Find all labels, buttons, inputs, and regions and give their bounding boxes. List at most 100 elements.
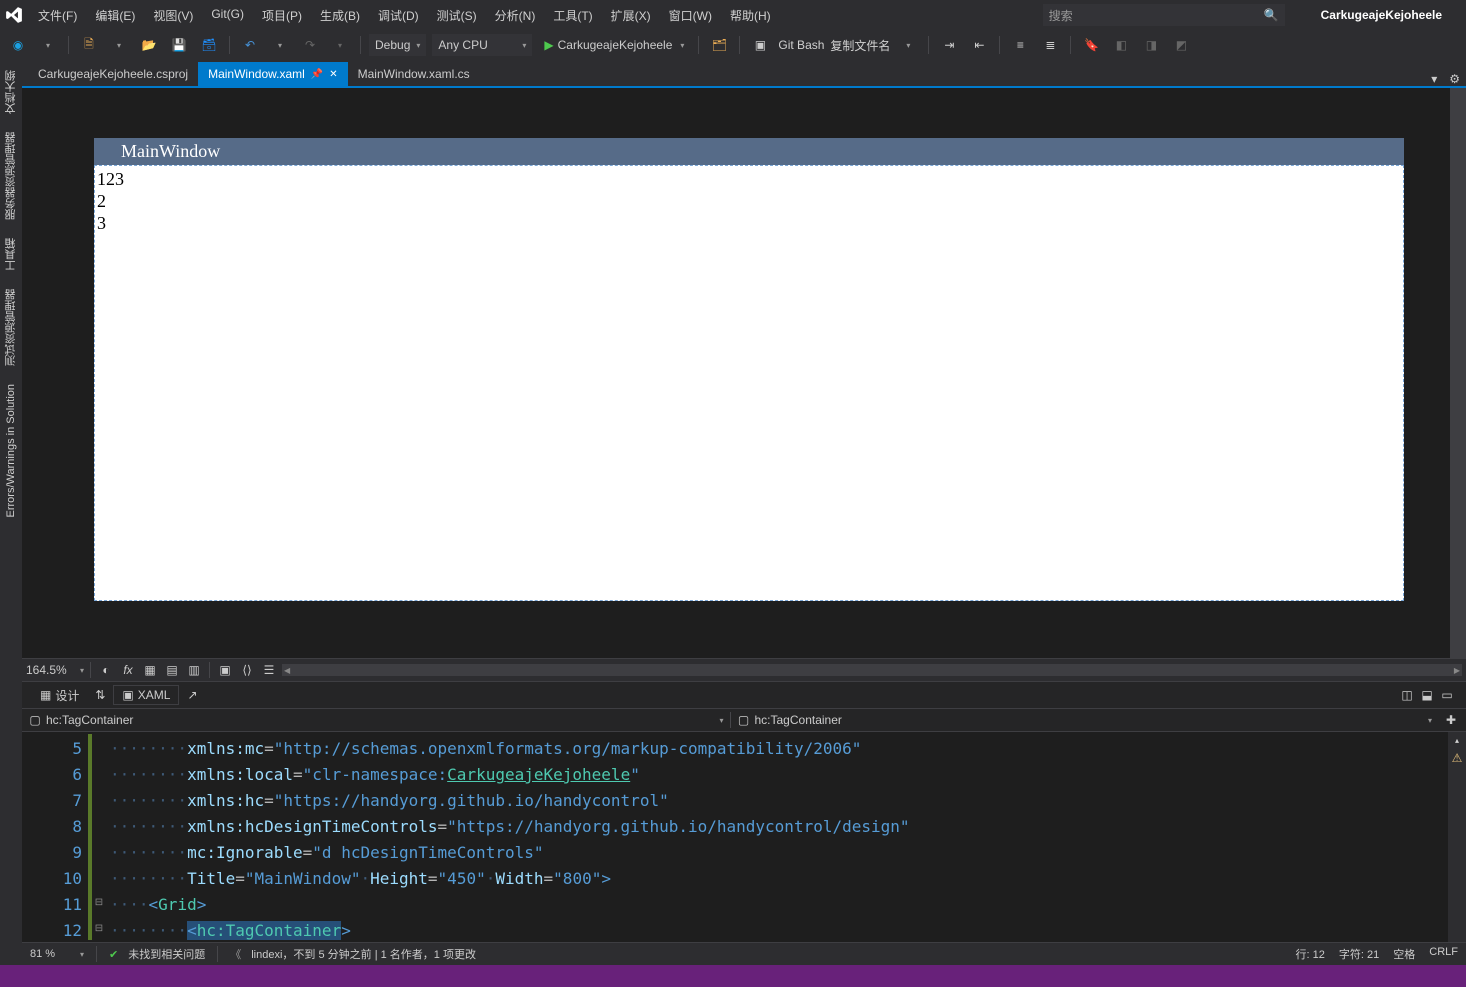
menu-debug[interactable]: 调试(D)	[370, 3, 427, 28]
dt-effects-button[interactable]: ◐	[97, 661, 115, 679]
status-lineending[interactable]: CRLF	[1429, 946, 1458, 962]
search-placeholder: 搜索	[1049, 7, 1073, 24]
menu-help[interactable]: 帮助(H)	[722, 3, 779, 28]
undo-drop[interactable]: ▾	[268, 34, 292, 56]
designer-hscrollbar[interactable]	[282, 664, 1462, 676]
search-input[interactable]: 搜索 🔍	[1043, 4, 1285, 26]
design-icon: ▦	[40, 688, 51, 702]
close-icon[interactable]: ✕	[329, 69, 337, 80]
dt-code-button[interactable]: ⟨⟩	[238, 661, 256, 679]
separator	[928, 36, 929, 54]
swap-panes-button[interactable]: ⇅	[95, 688, 105, 702]
rail-errors[interactable]: Errors/Warnings in Solution	[5, 380, 17, 521]
save-all-button[interactable]: 🗃	[197, 34, 221, 56]
xaml-tab[interactable]: ▣XAML	[113, 685, 179, 705]
rail-document-outline[interactable]: 文档大纲	[3, 66, 19, 118]
preview-window-body[interactable]: 123 2 3	[94, 165, 1404, 601]
config-select[interactable]: Debug▾	[369, 34, 426, 56]
bc-add-button[interactable]: ✚	[1442, 711, 1460, 729]
menu-project[interactable]: 项目(P)	[254, 3, 310, 28]
back-nav-drop[interactable]: ▾	[36, 34, 60, 56]
dt-more-button[interactable]: ☰	[260, 661, 278, 679]
rail-toolbox[interactable]: 工具箱	[3, 234, 19, 275]
step-over-button[interactable]: ⇤	[967, 34, 991, 56]
tb-extra-3[interactable]: ◩	[1169, 34, 1193, 56]
menu-file[interactable]: 文件(F)	[30, 3, 85, 28]
redo-drop[interactable]: ▾	[328, 34, 352, 56]
designer-vscrollbar[interactable]	[1450, 88, 1466, 658]
tab-mainwindow-cs[interactable]: MainWindow.xaml.cs	[348, 62, 480, 86]
app-title: CarkugeajeKejoheele	[1321, 8, 1442, 22]
breadcrumb-left[interactable]: hc:TagContainer	[46, 713, 133, 727]
menu-build[interactable]: 生成(B)	[312, 3, 368, 28]
status-col: 字符: 21	[1339, 946, 1379, 962]
open-button[interactable]: 📂	[137, 34, 161, 56]
preview-line-1: 123	[97, 168, 1401, 190]
tab-mainwindow-xaml[interactable]: MainWindow.xaml 📌 ✕	[198, 62, 348, 86]
separator	[229, 36, 230, 54]
dt-grid3-button[interactable]: ▥	[185, 661, 203, 679]
undo-button[interactable]: ↶	[238, 34, 262, 56]
save-button[interactable]: 💾	[167, 34, 191, 56]
issues-label[interactable]: 未找到相关问题	[128, 946, 205, 962]
menu-analyze[interactable]: 分析(N)	[487, 3, 544, 28]
no-issues-icon: ✔	[109, 948, 118, 961]
run-button[interactable]: ▶CarkugeajeKejoheele▾	[538, 34, 690, 56]
dt-fx-button[interactable]: fx	[119, 661, 137, 679]
git-bash-label[interactable]: Git Bash	[778, 38, 824, 52]
tab-settings-button[interactable]: ⚙	[1443, 72, 1466, 86]
dt-grid1-button[interactable]: ▦	[141, 661, 159, 679]
code-scroll-up[interactable]: ▴	[1455, 736, 1459, 745]
preview-line-2: 2	[97, 190, 1401, 212]
main-menu: 文件(F) 编辑(E) 视图(V) Git(G) 项目(P) 生成(B) 调试(…	[30, 3, 779, 28]
blame-prev-button[interactable]: 《	[230, 946, 241, 962]
rail-test-explorer[interactable]: 测试资源管理器	[3, 285, 19, 370]
new-item-drop[interactable]: ▾	[107, 34, 131, 56]
warning-indicator-icon[interactable]: ⚠	[1452, 751, 1463, 765]
tb-extra-2[interactable]: ◨	[1139, 34, 1163, 56]
designer-preview[interactable]: MainWindow 123 2 3	[94, 138, 1404, 601]
copy-filename-drop[interactable]: ▾	[896, 34, 920, 56]
new-item-button[interactable]: 🗎	[77, 34, 101, 56]
menu-test[interactable]: 测试(S)	[429, 3, 485, 28]
status-spaces[interactable]: 空格	[1393, 946, 1415, 962]
bookmark-button[interactable]: 🔖	[1079, 34, 1103, 56]
tb-extra-1[interactable]: ◧	[1109, 34, 1133, 56]
git-blame-label[interactable]: lindexi，不到 5 分钟之前 | 1 名作者，1 项更改	[251, 946, 476, 962]
breadcrumb-right[interactable]: hc:TagContainer	[755, 713, 842, 727]
split-h-button[interactable]: ◫	[1398, 686, 1416, 704]
uncomment-button[interactable]: ≣	[1038, 34, 1062, 56]
platform-select[interactable]: Any CPU▾	[432, 34, 532, 56]
menu-ext[interactable]: 扩展(X)	[603, 3, 659, 28]
git-bash-icon[interactable]: ▣	[748, 34, 772, 56]
popout-button[interactable]: ↗	[187, 688, 197, 702]
back-nav-button[interactable]: ◉	[6, 34, 30, 56]
copy-filename-label[interactable]: 复制文件名	[830, 37, 890, 54]
rail-server-explorer[interactable]: 服务器资源管理器	[3, 128, 19, 224]
bc-element-icon: ▢	[737, 713, 751, 727]
vs-logo-icon	[4, 5, 24, 25]
zoom-level[interactable]: 164.5%	[26, 663, 76, 677]
tab-overflow-button[interactable]: ▾	[1425, 72, 1443, 86]
separator	[360, 36, 361, 54]
split-v-button[interactable]: ⬓	[1418, 686, 1436, 704]
split-collapse-button[interactable]: ▭	[1438, 686, 1456, 704]
tab-csproj[interactable]: CarkugeajeKejoheele.csproj	[28, 62, 198, 86]
step-button[interactable]: ⇥	[937, 34, 961, 56]
menu-view[interactable]: 视图(V)	[145, 3, 201, 28]
menu-git[interactable]: Git(G)	[203, 3, 252, 28]
line-number-gutter: 5 6 7 8 9 10 11 12	[22, 732, 88, 942]
menu-edit[interactable]: 编辑(E)	[87, 3, 143, 28]
menu-tools[interactable]: 工具(T)	[545, 3, 600, 28]
git-changes-button[interactable]: 🗂	[707, 34, 731, 56]
dt-snap-button[interactable]: ▣	[216, 661, 234, 679]
fold-gutter[interactable]: ⊟⊟	[92, 732, 106, 942]
pin-icon[interactable]: 📌	[311, 69, 323, 80]
design-tab[interactable]: ▦设计	[32, 685, 87, 706]
code-editor[interactable]: ········xmlns:mc="http://schemas.openxml…	[106, 732, 1466, 942]
comment-button[interactable]: ≡	[1008, 34, 1032, 56]
code-zoom[interactable]: 81 %	[30, 948, 70, 960]
redo-button[interactable]: ↷	[298, 34, 322, 56]
menu-window[interactable]: 窗口(W)	[661, 3, 720, 28]
dt-grid2-button[interactable]: ▤	[163, 661, 181, 679]
